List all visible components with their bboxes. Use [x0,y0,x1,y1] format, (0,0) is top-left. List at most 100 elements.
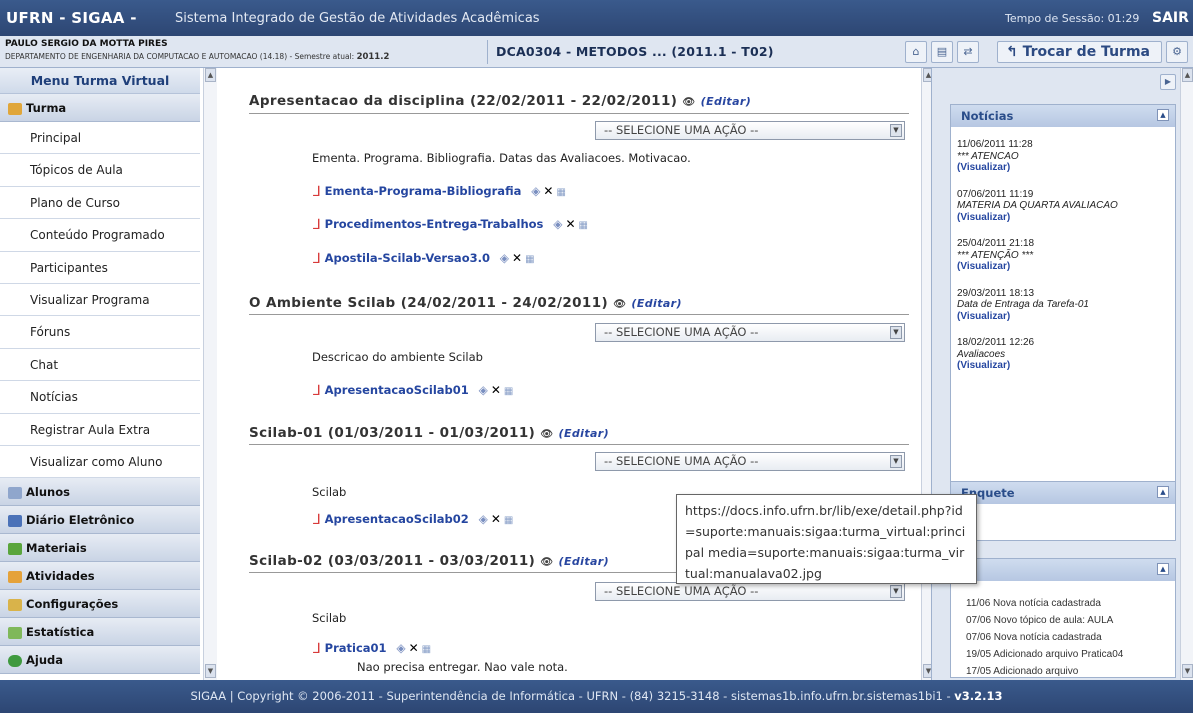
pdf-icon: ⅃ [313,383,321,399]
right-scrollbar[interactable]: ▲ ▼ [1180,68,1193,680]
details-icon[interactable]: ▦ [525,254,534,265]
collapse-icon[interactable]: ▲ [1157,563,1169,575]
chevron-down-icon: ▼ [890,585,902,598]
info-icon[interactable]: ◈ [479,512,488,526]
right-panel: ▶ Notícias ▲ 11/06/2011 11:28 *** ATENCA… [931,68,1193,680]
swap-icon[interactable]: ⇄ [957,41,979,63]
view-link[interactable]: (Visualizar) [957,311,1169,323]
eye-icon[interactable]: 👁 [540,557,553,568]
section-ajuda-label: Ajuda [26,653,64,668]
action-select[interactable]: -- SELECIONE UMA AÇÃO -- ▼ [595,121,905,140]
pdf-icon: ⅃ [313,512,321,528]
action-select[interactable]: -- SELECIONE UMA AÇÃO -- ▼ [595,452,905,471]
file-link[interactable]: Apostila-Scilab-Versao3.0 [325,251,490,265]
file-link[interactable]: ApresentacaoScilab02 [325,512,469,526]
scroll-down-icon[interactable]: ▼ [1182,664,1193,678]
view-link[interactable]: (Visualizar) [957,162,1169,174]
scroll-down-icon[interactable]: ▼ [923,664,931,678]
section-estatistica[interactable]: Estatística [0,618,200,647]
menu-item-como-aluno[interactable]: Visualizar como Aluno [0,446,200,479]
details-icon[interactable]: ▦ [556,187,565,198]
action-select[interactable]: -- SELECIONE UMA AÇÃO -- ▼ [595,323,905,342]
section-configuracoes[interactable]: Configurações [0,590,200,619]
chevron-down-icon: ▼ [890,455,902,468]
section-diario[interactable]: Diário Eletrônico [0,506,200,535]
eye-icon[interactable]: 👁 [613,299,626,310]
info-icon[interactable]: ◈ [553,217,562,231]
delete-icon[interactable]: ✕ [491,383,501,397]
print-icon[interactable]: ▤ [931,41,953,63]
expand-icon[interactable]: ▶ [1160,74,1176,90]
home-icon[interactable]: ⌂ [905,41,927,63]
pdf-icon: ⅃ [313,251,321,267]
delete-icon[interactable]: ✕ [409,641,419,655]
menu-item-plano[interactable]: Plano de Curso [0,187,200,220]
news-text: Avaliacoes [957,348,1006,360]
materials-icon [8,542,22,555]
section-materiais[interactable]: Materiais [0,534,200,563]
details-icon[interactable]: ▦ [579,220,588,231]
settings-icon[interactable]: ⚙ [1166,41,1188,63]
view-link[interactable]: (Visualizar) [957,212,1169,224]
info-icon[interactable]: ◈ [500,251,509,265]
collapse-icon[interactable]: ▲ [1157,486,1169,498]
details-icon[interactable]: ▦ [422,644,431,655]
news-text: *** ATENCAO [957,150,1019,162]
scroll-down-icon[interactable]: ▼ [205,664,216,678]
switch-class-button[interactable]: ↰ Trocar de Turma [997,41,1162,63]
news-item: 18/02/2011 12:26 Avaliacoes (Visualizar) [957,337,1169,372]
help-icon [8,654,22,667]
scroll-up-icon[interactable]: ▲ [923,68,931,82]
edit-link[interactable]: (Editar) [631,297,682,310]
menu-scrollbar[interactable]: ▲ ▼ [203,68,217,680]
top-bar: UFRN - SIGAA - Sistema Integrado de Gest… [0,0,1193,36]
menu-item-noticias[interactable]: Notícias [0,381,200,414]
section-alunos-label: Alunos [26,485,70,500]
file-link[interactable]: Pratica01 [325,641,387,655]
menu-item-conteudo[interactable]: Conteúdo Programado [0,219,200,252]
logout-link[interactable]: SAIR [1152,10,1189,26]
menu-item-programa[interactable]: Visualizar Programa [0,284,200,317]
edit-link[interactable]: (Editar) [559,427,610,440]
delete-icon[interactable]: ✕ [512,251,522,265]
menu-item-participantes[interactable]: Participantes [0,252,200,284]
scroll-up-icon[interactable]: ▲ [205,68,216,82]
activity-item: 17/05 Adicionado arquivo [966,666,1079,677]
menu-item-topicos[interactable]: Tópicos de Aula [0,154,200,187]
info-bar: PAULO SERGIO DA MOTTA PIRES DEPARTAMENTO… [0,36,1193,68]
info-icon[interactable]: ◈ [479,383,488,397]
back-arrow-icon: ↰ [1006,44,1023,60]
edit-link[interactable]: (Editar) [701,95,752,108]
view-link[interactable]: (Visualizar) [957,360,1169,372]
details-icon[interactable]: ▦ [504,515,513,526]
main-scrollbar[interactable]: ▲ ▼ [921,68,931,680]
info-icon[interactable]: ◈ [396,641,405,655]
menu-item-aula-extra[interactable]: Registrar Aula Extra [0,414,200,446]
view-link[interactable]: (Visualizar) [957,261,1169,273]
section-alunos[interactable]: Alunos [0,478,200,507]
section-ajuda[interactable]: Ajuda [0,646,200,675]
activity-item: 07/06 Nova notícia cadastrada [966,632,1102,643]
menu-item-chat[interactable]: Chat [0,349,200,382]
info-icon[interactable]: ◈ [531,184,540,198]
news-date: 07/06/2011 11:19 [957,188,1034,200]
file-link[interactable]: Procedimentos-Entrega-Trabalhos [325,217,544,231]
file-link[interactable]: ApresentacaoScilab01 [325,383,469,397]
scroll-up-icon[interactable]: ▲ [1182,68,1193,82]
action-select[interactable]: -- SELECIONE UMA AÇÃO -- ▼ [595,582,905,601]
section-atividades[interactable]: Atividades [0,562,200,591]
collapse-icon[interactable]: ▲ [1157,109,1169,121]
delete-icon[interactable]: ✕ [491,512,501,526]
delete-icon[interactable]: ✕ [543,184,553,198]
details-icon[interactable]: ▦ [504,386,513,397]
delete-icon[interactable]: ✕ [565,217,575,231]
eye-icon[interactable]: 👁 [540,429,553,440]
menu-item-principal[interactable]: Principal [0,122,200,155]
file-link[interactable]: Ementa-Programa-Bibliografia [325,184,522,198]
section-turma[interactable]: Turma [0,94,200,122]
topic-title: O Ambiente Scilab (24/02/2011 - 24/02/20… [249,295,682,311]
action-select-value: -- SELECIONE UMA AÇÃO -- [604,325,759,339]
edit-link[interactable]: (Editar) [559,555,610,568]
eye-icon[interactable]: 👁 [682,97,695,108]
menu-item-foruns[interactable]: Fóruns [0,316,200,349]
